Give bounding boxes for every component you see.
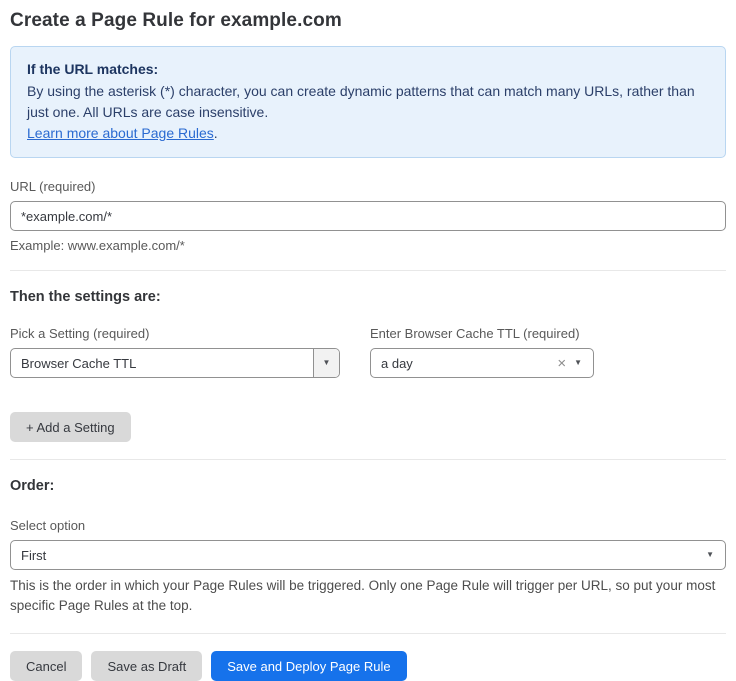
clear-icon[interactable]: × <box>553 356 574 371</box>
footer-actions: Cancel Save as Draft Save and Deploy Pag… <box>10 651 726 681</box>
divider <box>10 459 726 460</box>
settings-section-heading: Then the settings are: <box>10 289 726 305</box>
info-box-body: By using the asterisk (*) character, you… <box>27 81 709 123</box>
order-section-heading: Order: <box>10 478 726 494</box>
chevron-down-icon: ▼ <box>706 551 725 559</box>
divider <box>10 633 726 634</box>
info-box-heading: If the URL matches: <box>27 59 709 80</box>
info-box-link-line: Learn more about Page Rules. <box>27 123 709 144</box>
ttl-select-label: Enter Browser Cache TTL (required) <box>370 326 594 342</box>
url-match-info-box: If the URL matches: By using the asteris… <box>10 46 726 158</box>
order-select-label: Select option <box>10 518 726 534</box>
url-input[interactable] <box>10 201 726 231</box>
order-select-value: First <box>11 548 706 563</box>
save-draft-button[interactable]: Save as Draft <box>91 651 202 681</box>
cancel-button[interactable]: Cancel <box>10 651 82 681</box>
ttl-select[interactable]: a day × ▼ <box>370 348 594 378</box>
url-example-hint: Example: www.example.com/* <box>10 238 726 253</box>
page-title: Create a Page Rule for example.com <box>10 8 726 33</box>
setting-select-value: Browser Cache TTL <box>11 356 313 371</box>
add-setting-button[interactable]: + Add a Setting <box>10 412 131 442</box>
setting-select[interactable]: Browser Cache TTL ▼ <box>10 348 340 378</box>
ttl-select-value: a day <box>371 356 553 371</box>
divider <box>10 270 726 271</box>
chevron-down-icon: ▼ <box>323 359 331 367</box>
setting-select-caret-section[interactable]: ▼ <box>313 349 339 377</box>
setting-select-label: Pick a Setting (required) <box>10 326 340 342</box>
order-select[interactable]: First ▼ <box>10 540 726 570</box>
link-suffix: . <box>214 125 218 141</box>
settings-row: Pick a Setting (required) Browser Cache … <box>10 326 726 378</box>
chevron-down-icon[interactable]: ▼ <box>574 359 593 367</box>
url-field-label: URL (required) <box>10 179 726 195</box>
setting-select-group: Pick a Setting (required) Browser Cache … <box>10 326 340 378</box>
ttl-select-group: Enter Browser Cache TTL (required) a day… <box>370 326 594 378</box>
save-deploy-button[interactable]: Save and Deploy Page Rule <box>211 651 406 681</box>
learn-more-link[interactable]: Learn more about Page Rules <box>27 125 214 141</box>
order-help-text: This is the order in which your Page Rul… <box>10 576 726 616</box>
